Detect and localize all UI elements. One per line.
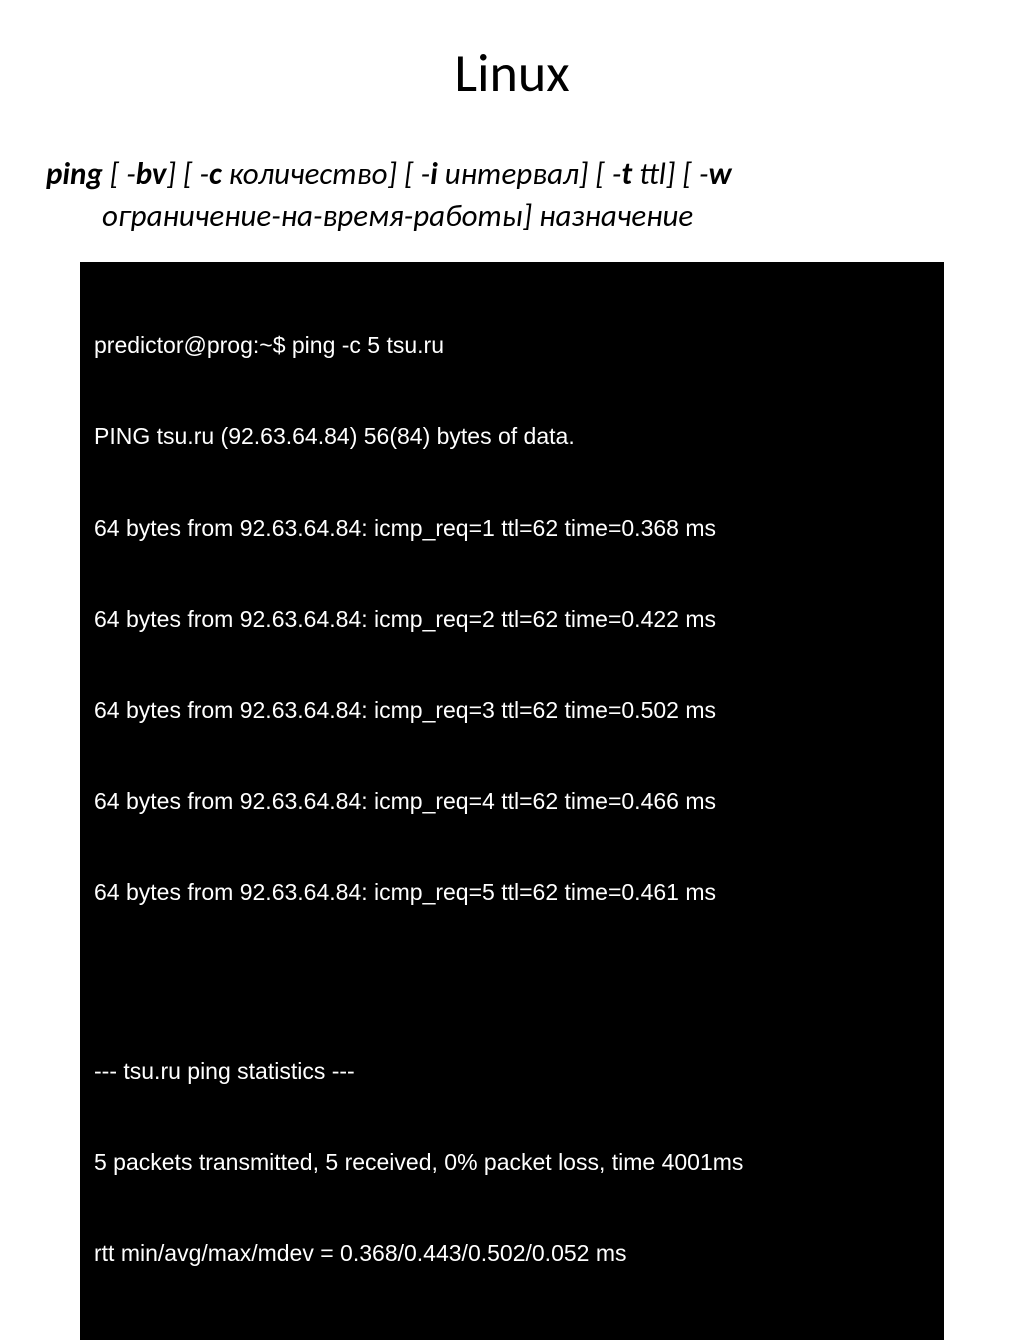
terminal-blank-line xyxy=(94,968,930,996)
syntax-flag-c: c xyxy=(209,155,222,193)
syntax-text: ttl] xyxy=(632,155,675,193)
terminal-line: predictor@prog:~$ ping -c 5 tsu.ru xyxy=(94,330,930,360)
terminal-line: PING tsu.ru (92.63.64.84) 56(84) bytes o… xyxy=(94,421,930,451)
slide-title: Linux xyxy=(20,40,1004,106)
syntax-flag-bv: bv xyxy=(136,155,167,193)
syntax-text: [ - xyxy=(675,155,708,193)
terminal-line: 64 bytes from 92.63.64.84: icmp_req=3 tt… xyxy=(94,695,930,725)
terminal-output: predictor@prog:~$ ping -c 5 tsu.ru PING … xyxy=(80,262,944,1340)
terminal-line: rtt min/avg/max/mdev = 0.368/0.443/0.502… xyxy=(94,1238,930,1268)
syntax-flag-i: i xyxy=(430,155,438,193)
syntax-text: [ - xyxy=(397,155,430,193)
terminal-line: 64 bytes from 92.63.64.84: icmp_req=5 tt… xyxy=(94,877,930,907)
syntax-text: [ - xyxy=(176,155,209,193)
terminal-line: --- tsu.ru ping statistics --- xyxy=(94,1056,930,1086)
syntax-line2: ограничение-на-время-работы] назначение xyxy=(46,196,978,238)
ping-syntax: ping [ -bv] [ -c количество] [ -i интерв… xyxy=(20,154,1004,238)
syntax-flag-t: t xyxy=(621,155,632,193)
slide: Linux ping [ -bv] [ -c количество] [ -i … xyxy=(0,0,1024,768)
syntax-text: [ - xyxy=(103,155,136,193)
terminal-line: 64 bytes from 92.63.64.84: icmp_req=4 tt… xyxy=(94,786,930,816)
syntax-text: интервал] xyxy=(438,155,589,193)
terminal-line: 64 bytes from 92.63.64.84: icmp_req=1 tt… xyxy=(94,513,930,543)
syntax-flag-w: w xyxy=(708,155,731,193)
syntax-text: [ - xyxy=(588,155,621,193)
terminal-line: 5 packets transmitted, 5 received, 0% pa… xyxy=(94,1147,930,1177)
syntax-cmd: ping xyxy=(46,155,103,193)
syntax-text: ] xyxy=(166,155,176,193)
terminal-line: 64 bytes from 92.63.64.84: icmp_req=2 tt… xyxy=(94,604,930,634)
syntax-text: количество] xyxy=(222,155,397,193)
